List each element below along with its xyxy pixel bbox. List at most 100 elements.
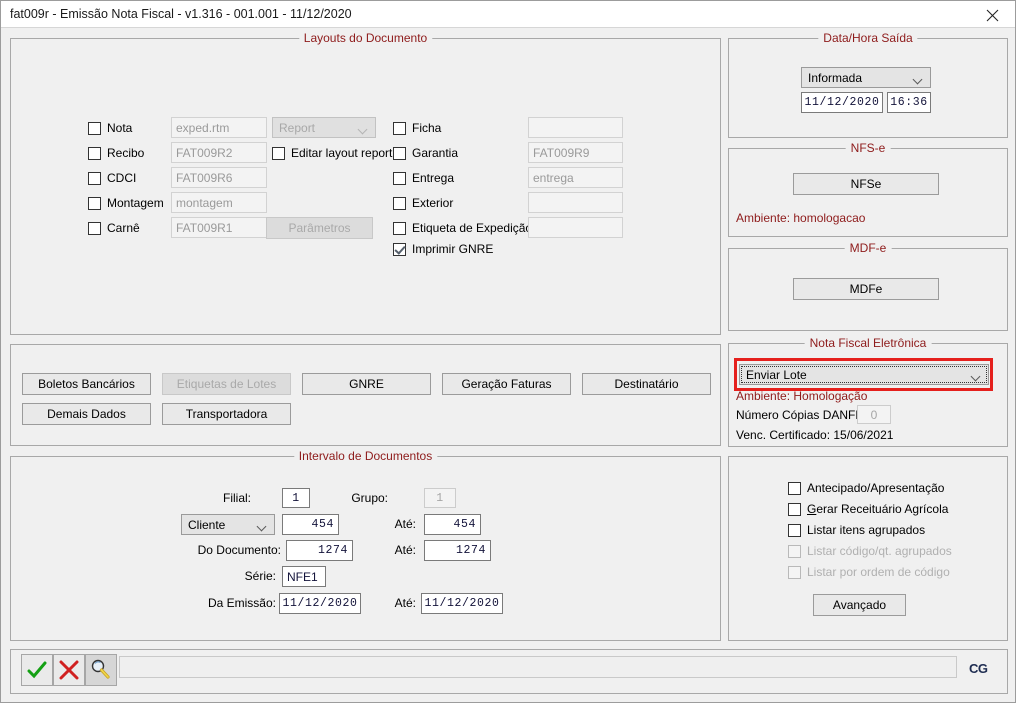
input-documento-de[interactable]: 1274	[286, 540, 353, 561]
input-hora-saida[interactable]: 16:36	[887, 92, 931, 113]
checkbox-montagem[interactable]: Montagem	[88, 196, 164, 210]
input-ficha-layout[interactable]	[528, 117, 623, 138]
checkbox-label: Carnê	[107, 221, 140, 235]
transportadora-button[interactable]: Transportadora	[162, 403, 291, 425]
input-grupo[interactable]: 1	[424, 488, 456, 508]
input-emissao-ate[interactable]: 11/12/2020	[421, 593, 503, 614]
checkbox-nota[interactable]: Nota	[88, 121, 132, 135]
checkbox-cdci[interactable]: CDCI	[88, 171, 136, 185]
checkbox-box	[393, 196, 406, 210]
input-emissao-de[interactable]: 11/12/2020	[279, 593, 361, 614]
combo-tipo-filtro[interactable]: Cliente	[181, 514, 275, 535]
checkbox-recibo[interactable]: Recibo	[88, 146, 144, 160]
geracao-faturas-button[interactable]: Geração Faturas	[442, 373, 571, 395]
input-cliente-de[interactable]: 454	[282, 514, 339, 535]
checkbox-box	[788, 481, 801, 495]
input-filial[interactable]: 1	[282, 488, 310, 508]
input-cliente-ate[interactable]: 454	[424, 514, 481, 535]
input-etiqueta-expedicao-layout[interactable]	[528, 217, 623, 238]
mdfe-group-title: MDF-e	[844, 241, 892, 255]
emissao-ate-label: Até:	[394, 596, 416, 610]
nfse-button[interactable]: NFSe	[793, 173, 939, 195]
destinatario-button[interactable]: Destinatário	[582, 373, 711, 395]
combo-report-value: Report	[279, 120, 316, 135]
demais-dados-button[interactable]: Demais Dados	[22, 403, 151, 425]
parametros-button[interactable]: Parâmetros	[266, 217, 373, 239]
avancado-button[interactable]: Avançado	[813, 594, 906, 616]
input-documento-ate[interactable]: 1274	[424, 540, 491, 561]
input-cdci-layout[interactable]: FAT009R6	[171, 167, 267, 188]
checkbox-entrega[interactable]: Entrega	[393, 171, 454, 185]
checkbox-box	[88, 196, 101, 210]
checkbox-antecipado-apresentacao[interactable]: Antecipado/Apresentação	[788, 481, 944, 495]
checkbox-label: Ficha	[412, 121, 442, 135]
input-copias-danfe[interactable]: 0	[857, 405, 891, 424]
checkbox-label: Listar código/qt. agrupados	[807, 544, 952, 558]
input-montagem-layout[interactable]: montagem	[171, 192, 267, 213]
chevron-down-icon	[359, 126, 368, 131]
application-window: fat009r - Emissão Nota Fiscal - v1.316 -…	[0, 0, 1016, 703]
combo-nfe-acao[interactable]: Enviar Lote	[739, 364, 989, 385]
data-hora-group-title: Data/Hora Saída	[818, 31, 918, 45]
checkbox-label: Antecipado/Apresentação	[807, 481, 945, 495]
nfe-copias-danfe-label: Número Cópias DANFE:	[736, 408, 867, 422]
input-nota-layout[interactable]: exped.rtm	[171, 117, 267, 138]
combo-report[interactable]: Report	[272, 117, 376, 138]
checkbox-label: Editar layout report	[291, 146, 393, 160]
input-garantia-layout[interactable]: FAT009R9	[528, 142, 623, 163]
filial-label: Filial:	[222, 491, 251, 505]
checkbox-imprimir-gnre[interactable]: Imprimir GNRE	[393, 242, 493, 256]
data-hora-saida-group: Data/Hora Saída	[728, 31, 1008, 138]
checkbox-label: Entrega	[412, 171, 455, 185]
checkbox-listar-codigo-qt-agrupados[interactable]: Listar código/qt. agrupados	[788, 544, 952, 558]
checkbox-listar-itens-agrupados[interactable]: Listar itens agrupados	[788, 523, 925, 537]
intervalo-group-title: Intervalo de Documentos	[293, 449, 438, 463]
checkbox-label: Garantia	[412, 146, 459, 160]
etiquetas-de-lotes-button[interactable]: Etiquetas de Lotes	[162, 373, 291, 395]
window-title: fat009r - Emissão Nota Fiscal - v1.316 -…	[10, 7, 352, 21]
chevron-down-icon	[914, 76, 923, 81]
checkbox-exterior[interactable]: Exterior	[393, 196, 453, 210]
checkbox-listar-por-ordem-de-codigo[interactable]: Listar por ordem de código	[788, 565, 950, 579]
cancel-button[interactable]	[53, 654, 85, 686]
title-bar: fat009r - Emissão Nota Fiscal - v1.316 -…	[1, 1, 1015, 28]
mdfe-button[interactable]: MDFe	[793, 278, 939, 300]
input-entrega-layout[interactable]: entrega	[528, 167, 623, 188]
search-button[interactable]	[85, 654, 117, 686]
combo-data-hora-value: Informada	[808, 70, 863, 85]
input-recibo-layout[interactable]: FAT009R2	[171, 142, 267, 163]
checkbox-label: Exterior	[412, 196, 454, 210]
chevron-down-icon	[258, 523, 267, 528]
checkbox-ficha[interactable]: Ficha	[393, 121, 441, 135]
confirm-button[interactable]	[21, 654, 53, 686]
checkbox-label: Etiqueta de Expedição	[412, 221, 533, 235]
nfe-group-title: Nota Fiscal Eletrônica	[804, 336, 932, 350]
checkbox-box	[788, 565, 801, 579]
checkbox-box	[88, 121, 101, 135]
checkbox-etiqueta-expedicao[interactable]: Etiqueta de Expedição	[393, 221, 532, 235]
combo-data-hora-modo[interactable]: Informada	[801, 67, 931, 88]
nfse-ambiente-label: Ambiente: homologacao	[736, 211, 866, 225]
checkbox-label-rest: erar Receituário Agrícola	[816, 502, 949, 516]
checkbox-box	[788, 544, 801, 558]
chevron-down-icon	[972, 373, 981, 378]
checkbox-box	[393, 221, 406, 235]
checkbox-gerar-receituario-agricola[interactable]: Gerar Receituário Agrícola	[788, 502, 948, 516]
input-exterior-layout[interactable]	[528, 192, 623, 213]
input-serie[interactable]: NFE1	[282, 566, 326, 587]
gnre-button[interactable]: GNRE	[302, 373, 431, 395]
da-emissao-label: Da Emissão:	[207, 596, 276, 610]
nfe-venc-certificado-label: Venc. Certificado: 15/06/2021	[736, 428, 894, 442]
input-data-saida[interactable]: 11/12/2020	[801, 92, 883, 113]
documento-ate-label: Até:	[394, 543, 416, 557]
checkbox-carne[interactable]: Carnê	[88, 221, 140, 235]
checkbox-garantia[interactable]: Garantia	[393, 146, 458, 160]
checkbox-box	[88, 146, 101, 160]
checkbox-editar-layout-report[interactable]: Editar layout report	[272, 146, 392, 160]
checkbox-box	[393, 146, 406, 160]
status-field[interactable]	[119, 656, 957, 678]
input-carne-layout[interactable]: FAT009R1	[171, 217, 267, 238]
checkbox-label: Listar por ordem de código	[807, 565, 950, 579]
close-icon[interactable]	[969, 1, 1015, 27]
boletos-bancarios-button[interactable]: Boletos Bancários	[22, 373, 151, 395]
